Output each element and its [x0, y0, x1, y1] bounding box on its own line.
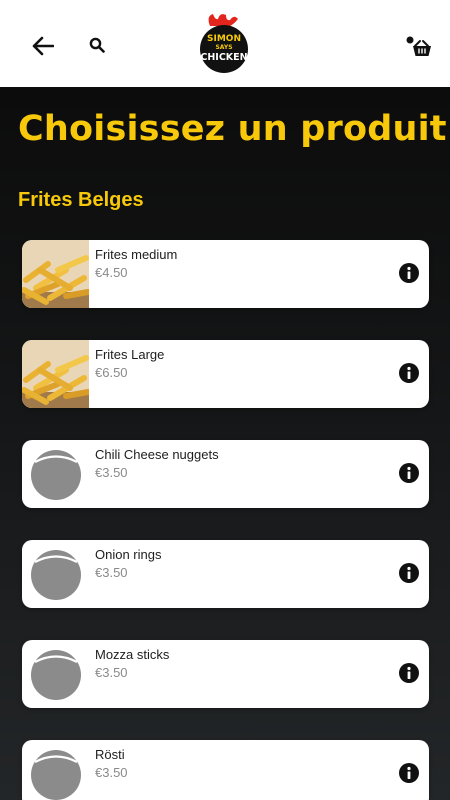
logo-text-says: SAYS: [215, 44, 232, 51]
product-card-frites-medium[interactable]: Frites medium €4.50: [22, 240, 429, 308]
product-name: Onion rings: [95, 547, 162, 562]
product-name: Frites medium: [95, 247, 178, 262]
logo-text-simon: SIMON: [207, 34, 241, 44]
page-title: Choisissez un produit: [18, 109, 447, 149]
product-price: €4.50: [95, 265, 128, 280]
product-list-screen: Choisissez un produit Frites Belges Frit…: [0, 87, 450, 800]
product-card-chili-cheese-nuggets[interactable]: Chili Cheese nuggets €3.50: [22, 440, 429, 508]
search-icon: [89, 37, 105, 53]
info-icon[interactable]: [398, 562, 420, 584]
basket-icon: [406, 36, 431, 56]
info-icon[interactable]: [398, 362, 420, 384]
search-button[interactable]: [85, 33, 109, 57]
product-price: €3.50: [95, 565, 128, 580]
product-name: Rösti: [95, 747, 125, 762]
info-icon[interactable]: [398, 262, 420, 284]
info-icon[interactable]: [398, 662, 420, 684]
product-price: €3.50: [95, 465, 128, 480]
product-card-onion-rings[interactable]: Onion rings €3.50: [22, 540, 429, 608]
product-image: [22, 340, 89, 408]
image-placeholder-icon: [31, 450, 81, 500]
product-price: €3.50: [95, 665, 128, 680]
image-placeholder-icon: [31, 550, 81, 600]
product-name: Mozza sticks: [95, 647, 170, 662]
app-header: SIMON SAYS CHICKEN: [0, 0, 450, 87]
product-name: Chili Cheese nuggets: [95, 447, 219, 462]
cart-button[interactable]: [404, 34, 434, 60]
product-card-mozza-sticks[interactable]: Mozza sticks €3.50: [22, 640, 429, 708]
product-name: Frites Large: [95, 347, 165, 362]
product-card-rosti[interactable]: Rösti €3.50: [22, 740, 429, 800]
info-icon[interactable]: [398, 762, 420, 784]
product-card-frites-large[interactable]: Frites Large €6.50: [22, 340, 429, 408]
info-icon[interactable]: [398, 462, 420, 484]
back-button[interactable]: [28, 31, 58, 61]
section-title: Frites Belges: [18, 189, 144, 211]
simon-says-chicken-logo[interactable]: SIMON SAYS CHICKEN: [196, 12, 252, 78]
image-placeholder-icon: [31, 650, 81, 700]
product-image: [22, 240, 89, 308]
product-price: €3.50: [95, 765, 128, 780]
arrow-left-icon: [32, 36, 54, 56]
image-placeholder-icon: [31, 750, 81, 800]
logo-text-chicken: CHICKEN: [200, 52, 247, 63]
product-price: €6.50: [95, 365, 128, 380]
